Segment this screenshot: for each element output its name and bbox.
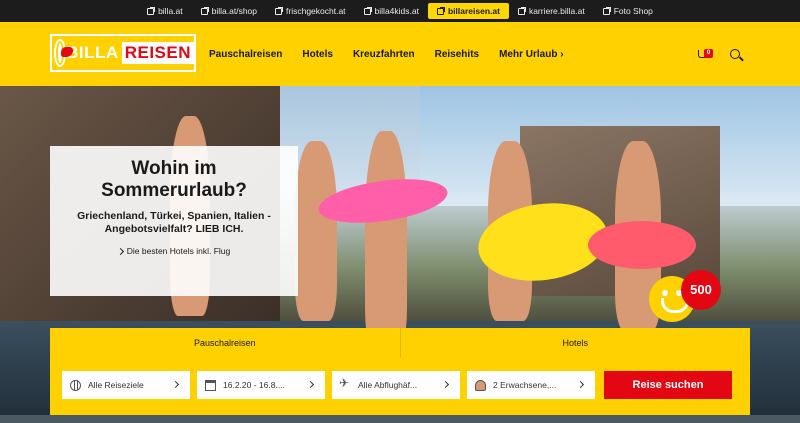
main-nav: Pauschalreisen Hotels Kreuzfahrten Reise…	[209, 22, 564, 86]
logo-text-billa: BILLA	[66, 43, 119, 62]
cart-count-badge: 0	[704, 49, 713, 58]
chevron-right-icon	[576, 380, 585, 389]
search-trips-button[interactable]: Reise suchen	[604, 371, 732, 399]
tab-pauschalreisen[interactable]: Pauschalreisen	[50, 328, 400, 358]
calendar-icon	[205, 379, 216, 391]
trip-search-widget: Pauschalreisen Hotels Alle Reiseziele 16…	[50, 328, 750, 415]
nav-mehr-urlaub[interactable]: Mehr Urlaub ›	[499, 49, 563, 60]
plane-icon	[339, 376, 351, 391]
external-link-icon	[275, 6, 284, 15]
departure-select[interactable]: Alle Abflughäf...	[332, 371, 460, 399]
nav-reisehits[interactable]: Reisehits	[435, 49, 479, 60]
toplink-frischgekocht[interactable]: frischgekocht.at	[266, 3, 355, 19]
promo-card: Wohin im Sommerurlaub? Griechenland, Tür…	[50, 146, 298, 296]
chevron-right-icon	[171, 380, 180, 389]
promo-title: Wohin im Sommerurlaub?	[101, 158, 247, 201]
search-icon[interactable]	[730, 49, 740, 59]
date-select[interactable]: 16.2.20 - 16.8....	[197, 371, 325, 399]
destination-select[interactable]: Alle Reiseziele	[62, 371, 190, 399]
toplink-karriere[interactable]: karriere.billa.at	[509, 3, 594, 19]
external-link-icon	[200, 6, 209, 15]
toplink-foto-shop[interactable]: Foto Shop	[594, 3, 662, 19]
external-link-icon	[147, 6, 156, 15]
nav-kreuzfahrten[interactable]: Kreuzfahrten	[353, 49, 415, 60]
toplink-billareisen[interactable]: billareisen.at	[427, 3, 509, 19]
promo-text: Griechenland, Türkei, Spanien, Italien -…	[77, 210, 271, 235]
loyalty-badge: 500	[649, 270, 721, 324]
main-header: BILLA REISEN Pauschalreisen Hotels Kreuz…	[0, 22, 800, 86]
site-switcher-bar: billa.at billa.at/shop frischgekocht.at …	[0, 0, 800, 22]
chevron-right-icon	[306, 380, 315, 389]
logo-text-reisen: REISEN	[121, 42, 194, 64]
pink-pool-ring	[588, 221, 696, 269]
page-bottom-strip	[0, 415, 800, 423]
promo-link[interactable]: Die besten Hotels inkl. Flug	[64, 246, 284, 256]
external-link-icon	[436, 6, 445, 15]
hero-person	[365, 131, 407, 351]
globe-logo-icon	[56, 41, 74, 65]
nav-hotels[interactable]: Hotels	[302, 49, 333, 60]
toplink-billa-shop[interactable]: billa.at/shop	[192, 3, 266, 19]
travellers-select[interactable]: 2 Erwachsene,...	[467, 371, 595, 399]
hero-person	[295, 141, 337, 321]
globe-icon	[70, 379, 81, 391]
toplink-billa4kids[interactable]: billa4kids.at	[355, 3, 428, 19]
toplink-billa[interactable]: billa.at	[138, 3, 192, 19]
person-icon	[475, 379, 486, 391]
cart-button[interactable]: 0	[698, 48, 713, 60]
chevron-right-icon	[116, 247, 124, 255]
badge-number: 500	[681, 270, 721, 310]
billa-reisen-logo[interactable]: BILLA REISEN	[50, 34, 196, 72]
external-link-icon	[602, 6, 611, 15]
external-link-icon	[363, 6, 372, 15]
chevron-right-icon	[441, 380, 450, 389]
search-fields: Alle Reiseziele 16.2.20 - 16.8.... Alle …	[62, 371, 732, 399]
external-link-icon	[517, 6, 526, 15]
nav-pauschalreisen[interactable]: Pauschalreisen	[209, 49, 282, 60]
search-tabs: Pauschalreisen Hotels	[50, 328, 750, 358]
tab-hotels[interactable]: Hotels	[399, 328, 751, 358]
